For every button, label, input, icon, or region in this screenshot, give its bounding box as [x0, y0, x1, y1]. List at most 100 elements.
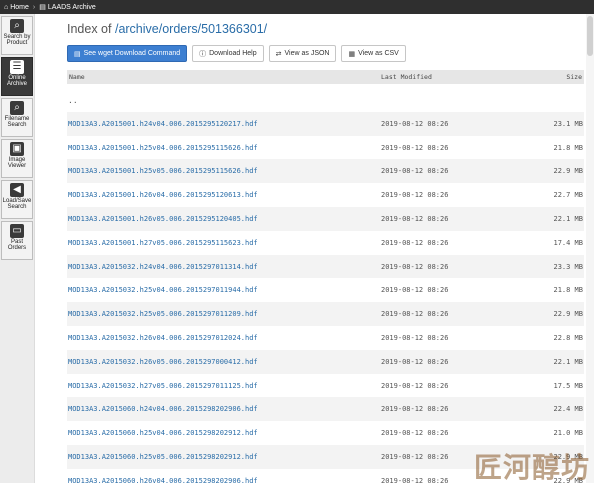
file-name-link[interactable]: MOD13A3.A2015032.h24v04.006.201529701131… — [68, 263, 258, 271]
view-json-button[interactable]: ⇄ View as JSON — [268, 45, 337, 62]
last-modified-cell: 2019-08-12 08:26 — [381, 262, 449, 271]
top-navbar: ⌂ Home › ▤ LAADS Archive — [0, 0, 594, 14]
last-modified-cell: 2019-08-12 08:26 — [381, 310, 449, 319]
file-size-cell: 22.4 MB — [553, 405, 583, 414]
file-name-link[interactable]: MOD13A3.A2015060.h24v04.006.201529820290… — [68, 405, 258, 413]
parent-directory-row: .. — [67, 88, 584, 112]
sidebar-item-label: Search — [7, 122, 27, 128]
sidebar-item-label: Search — [7, 204, 27, 210]
breadcrumb-separator: › — [32, 3, 36, 11]
table-row: MOD13A3.A2015032.h27v05.006.201529701112… — [67, 374, 584, 398]
file-size-cell: 17.4 MB — [553, 238, 583, 247]
file-size-cell: 17.5 MB — [553, 381, 583, 390]
file-size-cell: 22.9 MB — [553, 310, 583, 319]
code-icon: ⇄ — [275, 50, 282, 58]
download-help-button[interactable]: ⓘ Download Help — [192, 45, 264, 62]
search-icon: ⌕ — [10, 19, 24, 33]
file-size-cell: 21.8 MB — [553, 143, 583, 152]
last-modified-cell: 2019-08-12 08:26 — [381, 191, 449, 200]
view-csv-label: View as CSV — [358, 50, 399, 57]
last-modified-cell: 2019-08-12 08:26 — [381, 429, 449, 438]
file-name-link[interactable]: MOD13A3.A2015060.h25v04.006.201529820291… — [68, 429, 258, 437]
last-modified-cell: 2019-08-12 08:26 — [381, 119, 449, 128]
file-name-link[interactable]: MOD13A3.A2015032.h26v05.006.201529700041… — [68, 358, 258, 366]
page-title-prefix: Index of — [67, 22, 112, 36]
sidebar-item-online-archive[interactable]: ☰ Online Archive — [1, 57, 33, 96]
file-name-link[interactable]: MOD13A3.A2015032.h27v05.006.201529701112… — [68, 382, 258, 390]
last-modified-cell: 2019-08-12 08:26 — [381, 238, 449, 247]
file-name-link[interactable]: MOD13A3.A2015060.h25v05.006.201529820291… — [68, 453, 258, 461]
last-modified-cell: 2019-08-12 08:26 — [381, 381, 449, 390]
home-icon: ⌂ — [4, 3, 9, 11]
file-size-cell: 22.1 MB — [553, 215, 583, 223]
page-title: Index of /archive/orders/501366301/ — [67, 22, 267, 36]
file-name-link[interactable]: MOD13A3.A2015032.h26v04.006.201529701202… — [68, 334, 258, 342]
file-name-link[interactable]: MOD13A3.A2015001.h26v05.006.201529512040… — [68, 215, 258, 223]
download-help-label: Download Help — [209, 50, 257, 57]
last-modified-cell: 2019-08-12 08:26 — [381, 357, 449, 366]
file-name-link[interactable]: MOD13A3.A2015001.h25v05.006.201529511562… — [68, 167, 258, 175]
last-modified-cell: 2019-08-12 08:26 — [381, 405, 449, 414]
file-name-link[interactable]: MOD13A3.A2015032.h25v05.006.201529701120… — [68, 310, 258, 318]
table-row: MOD13A3.A2015032.h25v05.006.201529701120… — [67, 302, 584, 326]
view-csv-button[interactable]: ▦ View as CSV — [341, 45, 406, 62]
archive-icon: ▤ — [39, 4, 46, 11]
table-row: MOD13A3.A2015060.h25v04.006.201529820291… — [67, 421, 584, 445]
home-link[interactable]: ⌂ Home — [0, 4, 29, 11]
file-name-link[interactable]: MOD13A3.A2015001.h25v04.006.201529511562… — [68, 144, 258, 152]
sidebar-item-search-by-product[interactable]: ⌕ Search by Product — [1, 16, 33, 55]
column-header-size[interactable]: Size — [566, 73, 582, 81]
parent-directory-link[interactable]: .. — [68, 96, 78, 105]
last-modified-cell: 2019-08-12 08:26 — [381, 453, 449, 461]
sidebar-item-label: Orders — [7, 245, 27, 251]
last-modified-cell: 2019-08-12 08:26 — [381, 167, 449, 176]
file-name-link[interactable]: MOD13A3.A2015001.h26v04.006.201529512061… — [68, 191, 258, 199]
list-icon: ☰ — [10, 60, 24, 74]
file-name-link[interactable]: MOD13A3.A2015032.h25v04.006.201529701194… — [68, 286, 258, 294]
sidebar-item-label: Viewer — [7, 163, 27, 169]
sidebar-item-load-save-search[interactable]: ◀ Load/Save Search — [1, 180, 33, 219]
page-title-path[interactable]: /archive/orders/501366301/ — [115, 22, 267, 36]
table-row: MOD13A3.A2015001.h26v05.006.201529512040… — [67, 207, 584, 231]
table-row: MOD13A3.A2015001.h27v05.006.201529511562… — [67, 231, 584, 255]
wget-command-button[interactable]: ▤ See wget Download Command — [67, 45, 188, 62]
table-row: MOD13A3.A2015032.h26v04.006.201529701202… — [67, 326, 584, 350]
laads-archive-link[interactable]: ▤ LAADS Archive — [39, 3, 96, 12]
file-size-cell: 22.8 MB — [553, 334, 583, 342]
file-size-cell: 23.3 MB — [553, 262, 583, 271]
table-row: MOD13A3.A2015001.h24v04.006.201529512021… — [67, 111, 584, 136]
watermark-logo: 匠河醇坊 — [474, 451, 591, 484]
magnifier-icon: ⌕ — [10, 101, 24, 115]
scrollbar-thumb[interactable] — [587, 16, 593, 56]
file-size-cell: 22.9 MB — [553, 167, 583, 176]
file-name-link[interactable]: MOD13A3.A2015060.h26v04.006.201529820290… — [68, 477, 258, 485]
last-modified-cell: 2019-08-12 08:26 — [381, 286, 449, 295]
file-size-cell: 23.1 MB — [553, 119, 583, 128]
column-header-name[interactable]: Name — [69, 73, 85, 81]
sidebar-item-past-orders[interactable]: ▭ Past Orders — [1, 221, 33, 260]
table-header: Name Last Modified Size — [67, 70, 584, 84]
table-row: MOD13A3.A2015001.h25v05.006.201529511562… — [67, 159, 584, 184]
table-row: MOD13A3.A2015001.h25v04.006.201529511562… — [67, 136, 584, 160]
last-modified-cell: 2019-08-12 08:26 — [381, 143, 449, 152]
sidebar-item-filename-search[interactable]: ⌕ Filename Search — [1, 98, 33, 137]
view-json-label: View as JSON — [284, 50, 330, 57]
sidebar: ⌕ Search by Product ☰ Online Archive ⌕ F… — [0, 14, 35, 483]
scrollbar[interactable] — [586, 14, 594, 483]
wget-command-label: See wget Download Command — [83, 50, 181, 57]
sidebar-item-image-viewer[interactable]: ▣ Image Viewer — [1, 139, 33, 178]
last-modified-cell: 2019-08-12 08:26 — [381, 476, 449, 485]
laads-archive-label: LAADS Archive — [47, 3, 96, 11]
table-icon: ▦ — [348, 50, 356, 58]
back-arrow-icon: ◀ — [10, 183, 24, 197]
file-size-cell: 22.7 MB — [553, 191, 583, 200]
last-modified-cell: 2019-08-12 08:26 — [381, 215, 449, 223]
table-row: MOD13A3.A2015001.h26v04.006.201529512061… — [67, 183, 584, 207]
column-header-last-modified[interactable]: Last Modified — [381, 73, 432, 81]
file-name-link[interactable]: MOD13A3.A2015001.h27v05.006.201529511562… — [68, 239, 258, 247]
file-size-cell: 21.8 MB — [553, 286, 583, 295]
file-name-link[interactable]: MOD13A3.A2015001.h24v04.006.201529512021… — [68, 120, 258, 128]
table-row: MOD13A3.A2015060.h24v04.006.201529820290… — [67, 397, 584, 422]
folder-icon: ▭ — [10, 224, 24, 238]
